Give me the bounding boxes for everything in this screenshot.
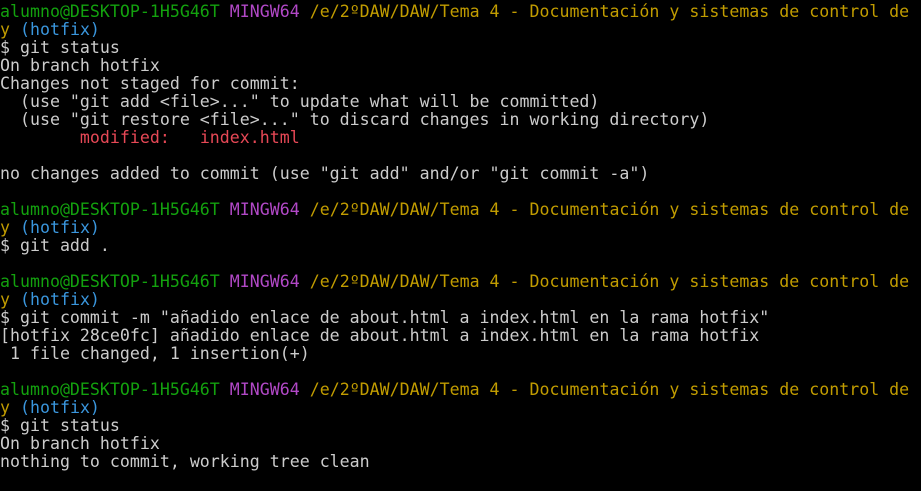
- modified-file-line: modified: index.html: [0, 129, 921, 147]
- command-line: $ git commit -m "añadido enlace de about…: [0, 309, 770, 327]
- prompt-line-continued: y (hotfix): [0, 291, 921, 309]
- prompt-line: alumno@DESKTOP-1H5G46T MINGW64 /e/2ºDAW/…: [0, 3, 921, 21]
- prompt-branch: (hotfix): [20, 399, 100, 417]
- prompt-path: /e/2ºDAW/DAW/Tema 4 - Documentación y si…: [309, 3, 910, 21]
- prompt-line-continued: y (hotfix): [0, 21, 921, 39]
- prompt-line-continued: y (hotfix): [0, 219, 921, 237]
- prompt-path: /e/2ºDAW/DAW/Tema 4 - Documentación y si…: [309, 201, 910, 219]
- modified-file: index.html: [199, 129, 300, 147]
- command-line: $ git add .: [0, 237, 110, 255]
- prompt-user-host: alumno@DESKTOP-1H5G46T: [0, 381, 220, 399]
- prompt-system: MINGW64: [229, 273, 300, 291]
- prompt-line-continued: y (hotfix): [0, 399, 921, 417]
- output-line: no changes added to commit (use "git add…: [0, 165, 650, 183]
- terminal-window[interactable]: alumno@DESKTOP-1H5G46T MINGW64 /e/2ºDAW/…: [0, 0, 921, 491]
- output-line: On branch hotfix: [0, 57, 160, 75]
- output-line: [hotfix 28ce0fc] añadido enlace de about…: [0, 327, 760, 345]
- prompt-user-host: alumno@DESKTOP-1H5G46T: [0, 273, 220, 291]
- prompt-branch: (hotfix): [20, 219, 100, 237]
- prompt-user-host: alumno@DESKTOP-1H5G46T: [0, 3, 220, 21]
- output-line: (use "git add <file>..." to update what …: [0, 93, 600, 111]
- command-line: $ git status: [0, 417, 120, 435]
- output-line: (use "git restore <file>..." to discard …: [0, 111, 710, 129]
- prompt-system: MINGW64: [229, 3, 300, 21]
- prompt-system: MINGW64: [229, 201, 300, 219]
- prompt-line: alumno@DESKTOP-1H5G46T MINGW64 /e/2ºDAW/…: [0, 201, 921, 219]
- prompt-path-wrap: y: [0, 219, 10, 237]
- prompt-path-wrap: y: [0, 21, 10, 39]
- prompt-path: /e/2ºDAW/DAW/Tema 4 - Documentación y si…: [309, 381, 910, 399]
- prompt-user-host: alumno@DESKTOP-1H5G46T: [0, 201, 220, 219]
- output-line: Changes not staged for commit:: [0, 75, 300, 93]
- prompt-line: alumno@DESKTOP-1H5G46T MINGW64 /e/2ºDAW/…: [0, 273, 921, 291]
- prompt-path: /e/2ºDAW/DAW/Tema 4 - Documentación y si…: [309, 273, 910, 291]
- prompt-path-wrap: y: [0, 399, 10, 417]
- prompt-branch: (hotfix): [20, 291, 100, 309]
- prompt-line: alumno@DESKTOP-1H5G46T MINGW64 /e/2ºDAW/…: [0, 381, 921, 399]
- output-line: On branch hotfix: [0, 435, 160, 453]
- modified-label: modified:: [0, 129, 200, 147]
- prompt-system: MINGW64: [229, 381, 300, 399]
- prompt-branch: (hotfix): [20, 21, 100, 39]
- command-line: $ git status: [0, 39, 120, 57]
- output-line: 1 file changed, 1 insertion(+): [0, 345, 310, 363]
- output-line: nothing to commit, working tree clean: [0, 453, 370, 471]
- prompt-path-wrap: y: [0, 291, 10, 309]
